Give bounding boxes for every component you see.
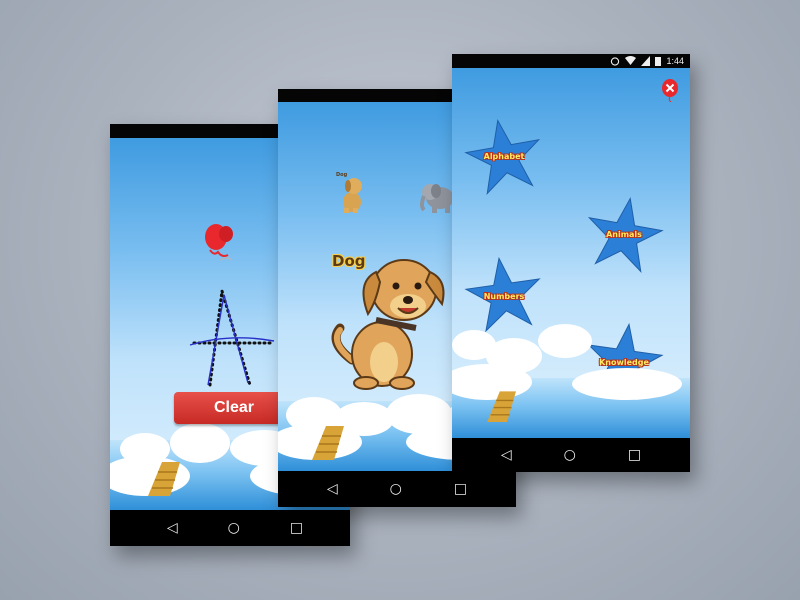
stairs-icon — [312, 426, 344, 460]
alarm-icon — [611, 57, 620, 66]
status-icons: 1:44 — [610, 55, 684, 67]
battery-icon — [655, 57, 662, 66]
clear-button[interactable]: Clear — [174, 392, 294, 424]
menu-star-label: Alphabet — [483, 152, 525, 161]
menu-star-label: Numbers — [483, 292, 525, 301]
menu-star-alphabet[interactable]: Alphabet — [464, 116, 544, 196]
dog-illustration[interactable] — [326, 242, 456, 392]
menu-star-numbers[interactable]: Numbers — [464, 254, 544, 334]
cloud — [572, 368, 682, 400]
recents-button[interactable]: □ — [454, 482, 467, 496]
status-bar: 1:44 — [452, 54, 690, 68]
home-button[interactable]: ○ — [390, 482, 402, 496]
recents-button[interactable]: □ — [290, 521, 303, 535]
nav-bar: ◁ ○ □ — [452, 438, 690, 472]
back-button[interactable]: ◁ — [327, 482, 338, 496]
signal-icon — [641, 56, 651, 66]
menu-star-animals[interactable]: Animals — [584, 194, 664, 274]
stairs-icon — [487, 391, 516, 422]
home-button[interactable]: ○ — [564, 448, 576, 462]
back-button[interactable]: ◁ — [167, 521, 178, 535]
home-button[interactable]: ○ — [228, 521, 240, 535]
close-icon[interactable] — [660, 78, 680, 102]
balloon-icon[interactable] — [202, 222, 236, 264]
recents-button[interactable]: □ — [628, 448, 641, 462]
dog-thumbnail-icon[interactable] — [334, 174, 368, 214]
nav-bar: ◁ ○ □ — [110, 510, 350, 546]
menu-star-label: Knowledge — [599, 358, 649, 367]
phone-menu: 1:44 Alphabet Animals Numbers Knowledge — [452, 54, 690, 472]
cloud — [538, 324, 592, 358]
menu-star-label: Animals — [606, 230, 642, 239]
status-time: 1:44 — [666, 56, 684, 66]
menu-screen: Alphabet Animals Numbers Knowledge — [452, 68, 690, 438]
back-button[interactable]: ◁ — [501, 448, 512, 462]
wifi-icon — [625, 56, 637, 65]
stairs-icon — [148, 462, 180, 496]
nav-bar: ◁ ○ □ — [278, 471, 516, 507]
dog-thumbnail-label: Dog — [336, 172, 348, 178]
